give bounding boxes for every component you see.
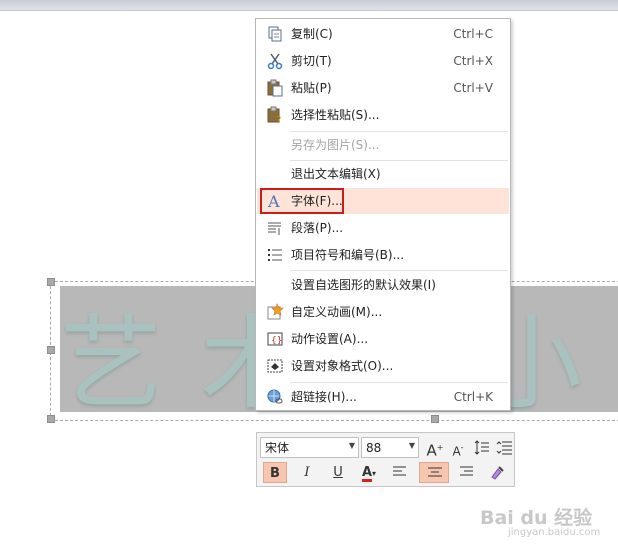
menu-item-paste[interactable]: 粘贴(P) Ctrl+V — [257, 75, 509, 101]
align-center-icon — [428, 467, 442, 477]
menu-item-label: 动作设置(A)... — [291, 332, 369, 346]
resize-handle-middle-left[interactable] — [47, 346, 55, 354]
baidu-watermark: Bai du 经验 — [480, 507, 593, 529]
line-spacing-button[interactable] — [469, 437, 493, 458]
align-left-button[interactable] — [388, 462, 412, 483]
paragraph-spacing-button[interactable] — [492, 437, 516, 458]
menu-item-shortcut: Ctrl+K — [453, 390, 493, 404]
paste-special-icon: ? — [267, 106, 281, 124]
menu-item-label: 超链接(H)... — [291, 390, 357, 404]
menu-item-custom-animation[interactable]: 自定义动画(M)... — [257, 299, 509, 325]
menu-item-save-as-picture: 另存为图片(S)... — [257, 132, 509, 158]
mini-format-toolbar: 宋体 ▼ 88 ▼ A+ A- B I U A▾ — [256, 432, 515, 487]
top-border-strip — [0, 0, 618, 11]
menu-item-label: 复制(C) — [291, 27, 333, 41]
action-icon: {} — [267, 332, 283, 346]
format-painter-button[interactable] — [485, 462, 509, 483]
menu-item-label: 段落(P)... — [291, 221, 344, 235]
align-left-icon — [393, 466, 406, 476]
paragraph-icon — [268, 222, 281, 235]
format-painter-icon — [491, 466, 504, 480]
menu-item-copy[interactable]: 复制(C) Ctrl+C — [257, 21, 509, 47]
bullets-icon — [268, 249, 282, 261]
menu-item-label: 设置对象格式(O)... — [291, 359, 394, 373]
menu-separator — [290, 270, 508, 271]
menu-item-label: 粘贴(P) — [291, 81, 332, 95]
menu-item-label: 项目符号和编号(B)... — [291, 248, 405, 262]
italic-button[interactable]: I — [295, 462, 319, 483]
menu-item-label: 另存为图片(S)... — [291, 138, 380, 152]
menu-item-label: 剪切(T) — [291, 54, 332, 68]
align-right-button[interactable] — [454, 462, 478, 483]
hyperlink-icon — [267, 389, 283, 404]
chevron-down-icon: ▼ — [348, 441, 355, 450]
font-size-select[interactable]: 88 ▼ — [361, 437, 419, 458]
align-right-icon — [460, 466, 473, 476]
menu-item-label: 设置自选图形的默认效果(I) — [291, 278, 436, 292]
highlight-annotation-box — [260, 188, 344, 214]
menu-item-label: 选择性粘贴(S)... — [291, 108, 380, 122]
underline-button[interactable]: U — [326, 462, 350, 483]
menu-item-shortcut: Ctrl+X — [453, 54, 493, 68]
menu-item-paste-special[interactable]: ? 选择性粘贴(S)... — [257, 102, 509, 128]
scissors-icon — [267, 53, 283, 70]
menu-item-hyperlink[interactable]: 超链接(H)... Ctrl+K — [257, 384, 509, 410]
shrink-font-icon: A — [452, 444, 461, 459]
menu-item-action-settings[interactable]: {} 动作设置(A)... — [257, 326, 509, 352]
menu-item-cut[interactable]: 剪切(T) Ctrl+X — [257, 48, 509, 74]
font-color-button[interactable]: A▾ — [355, 462, 383, 483]
menu-item-shortcut: Ctrl+V — [453, 81, 493, 95]
grow-font-icon: A — [426, 441, 437, 460]
font-name-select[interactable]: 宋体 ▼ — [260, 437, 359, 458]
paste-icon — [267, 79, 283, 97]
menu-separator — [290, 382, 508, 383]
menu-item-paragraph[interactable]: 段落(P)... — [257, 215, 509, 241]
menu-item-bullets[interactable]: 项目符号和编号(B)... — [257, 242, 509, 268]
paragraph-spacing-icon — [496, 441, 512, 455]
font-name-value: 宋体 — [265, 441, 290, 455]
align-center-button[interactable] — [419, 462, 449, 483]
animation-icon — [267, 303, 284, 320]
font-size-value: 88 — [366, 441, 382, 455]
grow-font-button[interactable]: A+ — [423, 437, 447, 460]
resize-handle-top-left[interactable] — [47, 278, 55, 286]
menu-item-exit-text-edit[interactable]: 退出文本编辑(X) — [257, 161, 509, 187]
line-spacing-icon — [474, 440, 489, 455]
baidu-watermark-url: jingyan.baidu.com — [508, 527, 601, 538]
menu-item-format-object[interactable]: 设置对象格式(O)... — [257, 353, 509, 379]
copy-icon — [268, 26, 282, 42]
bold-button[interactable]: B — [263, 462, 287, 483]
chevron-down-icon: ▼ — [408, 441, 415, 450]
context-menu: 复制(C) Ctrl+C 剪切(T) Ctrl+X 粘贴(P) Ctrl+V ?… — [255, 18, 511, 411]
resize-handle-bottom-left[interactable] — [47, 415, 55, 423]
menu-item-label: 自定义动画(M)... — [291, 305, 383, 319]
font-color-icon: A — [361, 465, 373, 482]
resize-handle-bottom-middle[interactable] — [431, 415, 439, 423]
svg-text:{}: {} — [271, 336, 282, 346]
menu-item-default-shape-effect[interactable]: 设置自选图形的默认效果(I) — [257, 272, 509, 298]
svg-text:?: ? — [276, 115, 281, 124]
menu-item-shortcut: Ctrl+C — [453, 27, 493, 41]
shrink-font-button[interactable]: A- — [446, 437, 470, 458]
menu-item-label: 退出文本编辑(X) — [291, 167, 381, 181]
format-object-icon — [267, 359, 283, 373]
